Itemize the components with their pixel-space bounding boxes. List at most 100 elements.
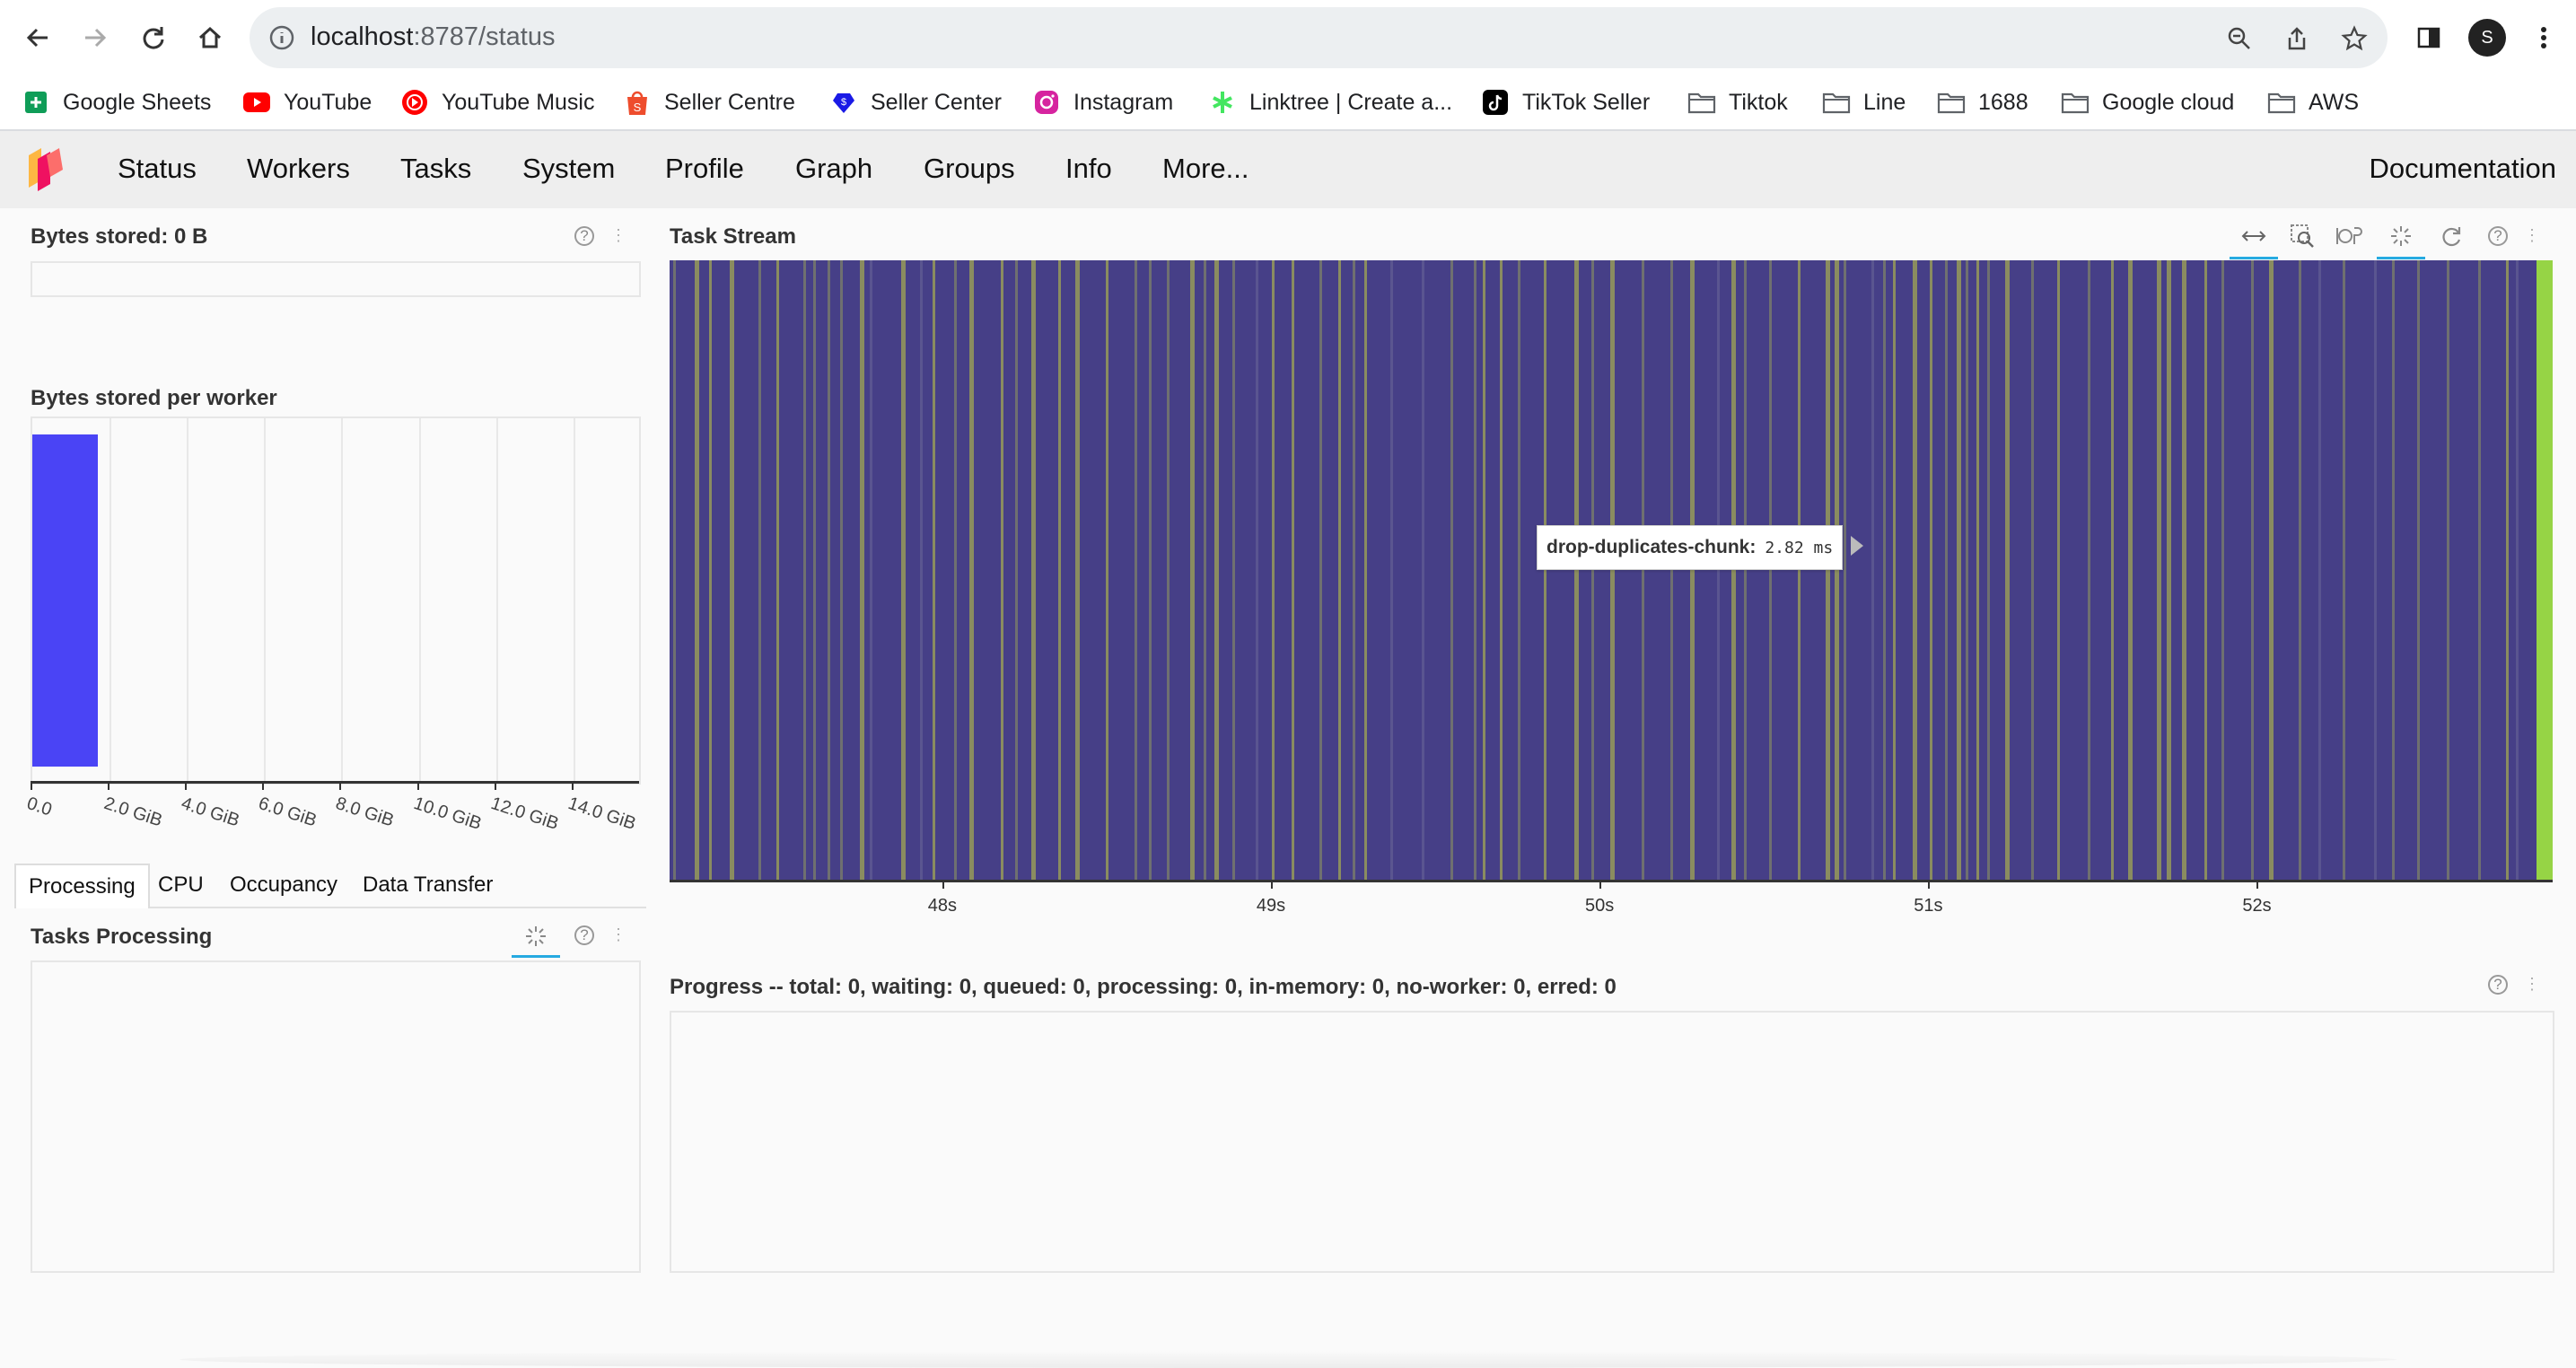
- back-button[interactable]: [18, 18, 57, 57]
- task-rect[interactable]: [2506, 260, 2509, 880]
- tab-cpu[interactable]: CPU: [145, 864, 216, 907]
- nav-tasks[interactable]: Tasks: [400, 153, 471, 185]
- url-text[interactable]: localhost:8787/status: [311, 22, 555, 52]
- nav-more[interactable]: More...: [1162, 153, 1249, 185]
- task-rect[interactable]: [1769, 260, 1772, 880]
- task-rect[interactable]: [2221, 260, 2224, 880]
- task-rect[interactable]: [2478, 260, 2481, 880]
- task-rect[interactable]: [2167, 260, 2171, 880]
- task-rect[interactable]: [1167, 260, 1170, 880]
- nav-system[interactable]: System: [522, 153, 615, 185]
- task-rect[interactable]: [1390, 260, 1393, 880]
- address-bar[interactable]: localhost:8787/status: [250, 7, 2388, 68]
- task-rect[interactable]: [860, 260, 864, 880]
- pan-tool-icon[interactable]: [2239, 221, 2269, 251]
- help-icon[interactable]: ?: [574, 925, 594, 945]
- task-rect[interactable]: [1353, 260, 1355, 880]
- worker-bar[interactable]: [32, 434, 99, 767]
- browser-menu-icon[interactable]: [2524, 18, 2563, 57]
- task-rect[interactable]: [673, 260, 676, 880]
- bookmark-folder-google-cloud[interactable]: Google cloud: [2061, 84, 2234, 120]
- help-icon[interactable]: ?: [2488, 226, 2508, 246]
- task-rect[interactable]: [1001, 260, 1003, 880]
- nav-groups[interactable]: Groups: [924, 153, 1015, 185]
- task-rect[interactable]: [2005, 260, 2010, 880]
- task-rect[interactable]: [2269, 260, 2274, 880]
- bookmark-folder-1688[interactable]: 1688: [1937, 84, 2028, 120]
- bookmark-linktree[interactable]: Linktree | Create a...: [1208, 84, 1452, 120]
- toolbar-menu-icon[interactable]: ⋮: [610, 225, 626, 245]
- task-rect[interactable]: [1670, 260, 1673, 880]
- task-rect[interactable]: [2251, 260, 2254, 880]
- task-rect[interactable]: [2088, 260, 2090, 880]
- bookmark-google-sheets[interactable]: Google Sheets: [22, 84, 211, 120]
- task-rect[interactable]: [1883, 260, 1886, 880]
- task-rect[interactable]: [1744, 260, 1747, 880]
- task-rect[interactable]: [840, 260, 843, 880]
- nav-documentation[interactable]: Documentation: [2369, 153, 2556, 185]
- task-rect[interactable]: [1474, 260, 1476, 880]
- task-rect[interactable]: [2111, 260, 2114, 880]
- help-icon[interactable]: ?: [574, 226, 594, 246]
- task-rect[interactable]: [1957, 260, 1961, 880]
- task-rect[interactable]: [1272, 260, 1275, 880]
- task-rect[interactable]: [1204, 260, 1206, 880]
- task-rect[interactable]: [1106, 260, 1108, 880]
- task-rect[interactable]: [709, 260, 712, 880]
- task-rect[interactable]: [1319, 260, 1322, 880]
- task-rect[interactable]: [1422, 260, 1424, 880]
- task-rect[interactable]: [2374, 260, 2377, 880]
- task-rect[interactable]: [1826, 260, 1830, 880]
- task-rect[interactable]: [1690, 260, 1695, 880]
- task-rect[interactable]: [776, 260, 779, 880]
- task-rect[interactable]: [1930, 260, 1932, 880]
- task-rect[interactable]: [2182, 260, 2186, 880]
- task-rect[interactable]: [2318, 260, 2321, 880]
- task-rect[interactable]: [2417, 260, 2420, 880]
- task-rect[interactable]: [1058, 260, 1061, 880]
- bookmark-tiktok-seller[interactable]: TikTok Seller: [1481, 84, 1650, 120]
- task-rect[interactable]: [1338, 260, 1341, 880]
- task-rect[interactable]: [1610, 260, 1615, 880]
- task-rect[interactable]: [1591, 260, 1594, 880]
- task-rect[interactable]: [1987, 260, 1990, 880]
- task-rect[interactable]: [1844, 260, 1846, 880]
- site-info-icon[interactable]: [267, 23, 296, 57]
- box-zoom-icon[interactable]: [2287, 221, 2318, 251]
- task-rect[interactable]: [1364, 260, 1367, 880]
- task-rect[interactable]: [1075, 260, 1080, 880]
- task-rect[interactable]: [1893, 260, 1896, 880]
- tasks-processing-plot[interactable]: [31, 960, 641, 1273]
- task-rect[interactable]: [730, 260, 734, 880]
- task-stream-plot[interactable]: [670, 260, 2553, 880]
- task-rect[interactable]: [2128, 260, 2133, 880]
- task-rect[interactable]: [803, 260, 806, 880]
- bookmark-instagram[interactable]: Instagram: [1032, 84, 1173, 120]
- task-rect[interactable]: [1214, 260, 1219, 880]
- bookmark-youtube[interactable]: YouTube: [242, 84, 372, 120]
- hover-tool-icon[interactable]: [2386, 221, 2416, 251]
- task-rect[interactable]: [969, 260, 974, 880]
- forward-button[interactable]: [75, 18, 115, 57]
- task-rect[interactable]: [758, 260, 761, 880]
- nav-status[interactable]: Status: [118, 153, 197, 185]
- task-rect[interactable]: [1717, 260, 1720, 880]
- task-rect[interactable]: [1015, 260, 1018, 880]
- share-icon[interactable]: [2282, 23, 2312, 54]
- hover-tool-icon[interactable]: [521, 921, 551, 951]
- profile-avatar[interactable]: S: [2468, 19, 2506, 57]
- task-rect[interactable]: [1913, 260, 1917, 880]
- dask-logo-icon[interactable]: [25, 145, 66, 196]
- task-rect[interactable]: [2447, 260, 2449, 880]
- toolbar-menu-icon[interactable]: ⋮: [2524, 225, 2540, 245]
- task-rect[interactable]: [870, 260, 872, 880]
- toolbar-menu-icon[interactable]: ⋮: [2524, 974, 2540, 994]
- task-rect[interactable]: [1642, 260, 1644, 880]
- task-rect[interactable]: [1966, 260, 1968, 880]
- bookmark-folder-line[interactable]: Line: [1822, 84, 1906, 120]
- task-rect[interactable]: [2299, 260, 2301, 880]
- task-rect[interactable]: [1500, 260, 1503, 880]
- task-rect[interactable]: [1731, 260, 1736, 880]
- task-rect[interactable]: [1976, 260, 1979, 880]
- bookmark-seller-center[interactable]: $ Seller Center: [829, 84, 1002, 120]
